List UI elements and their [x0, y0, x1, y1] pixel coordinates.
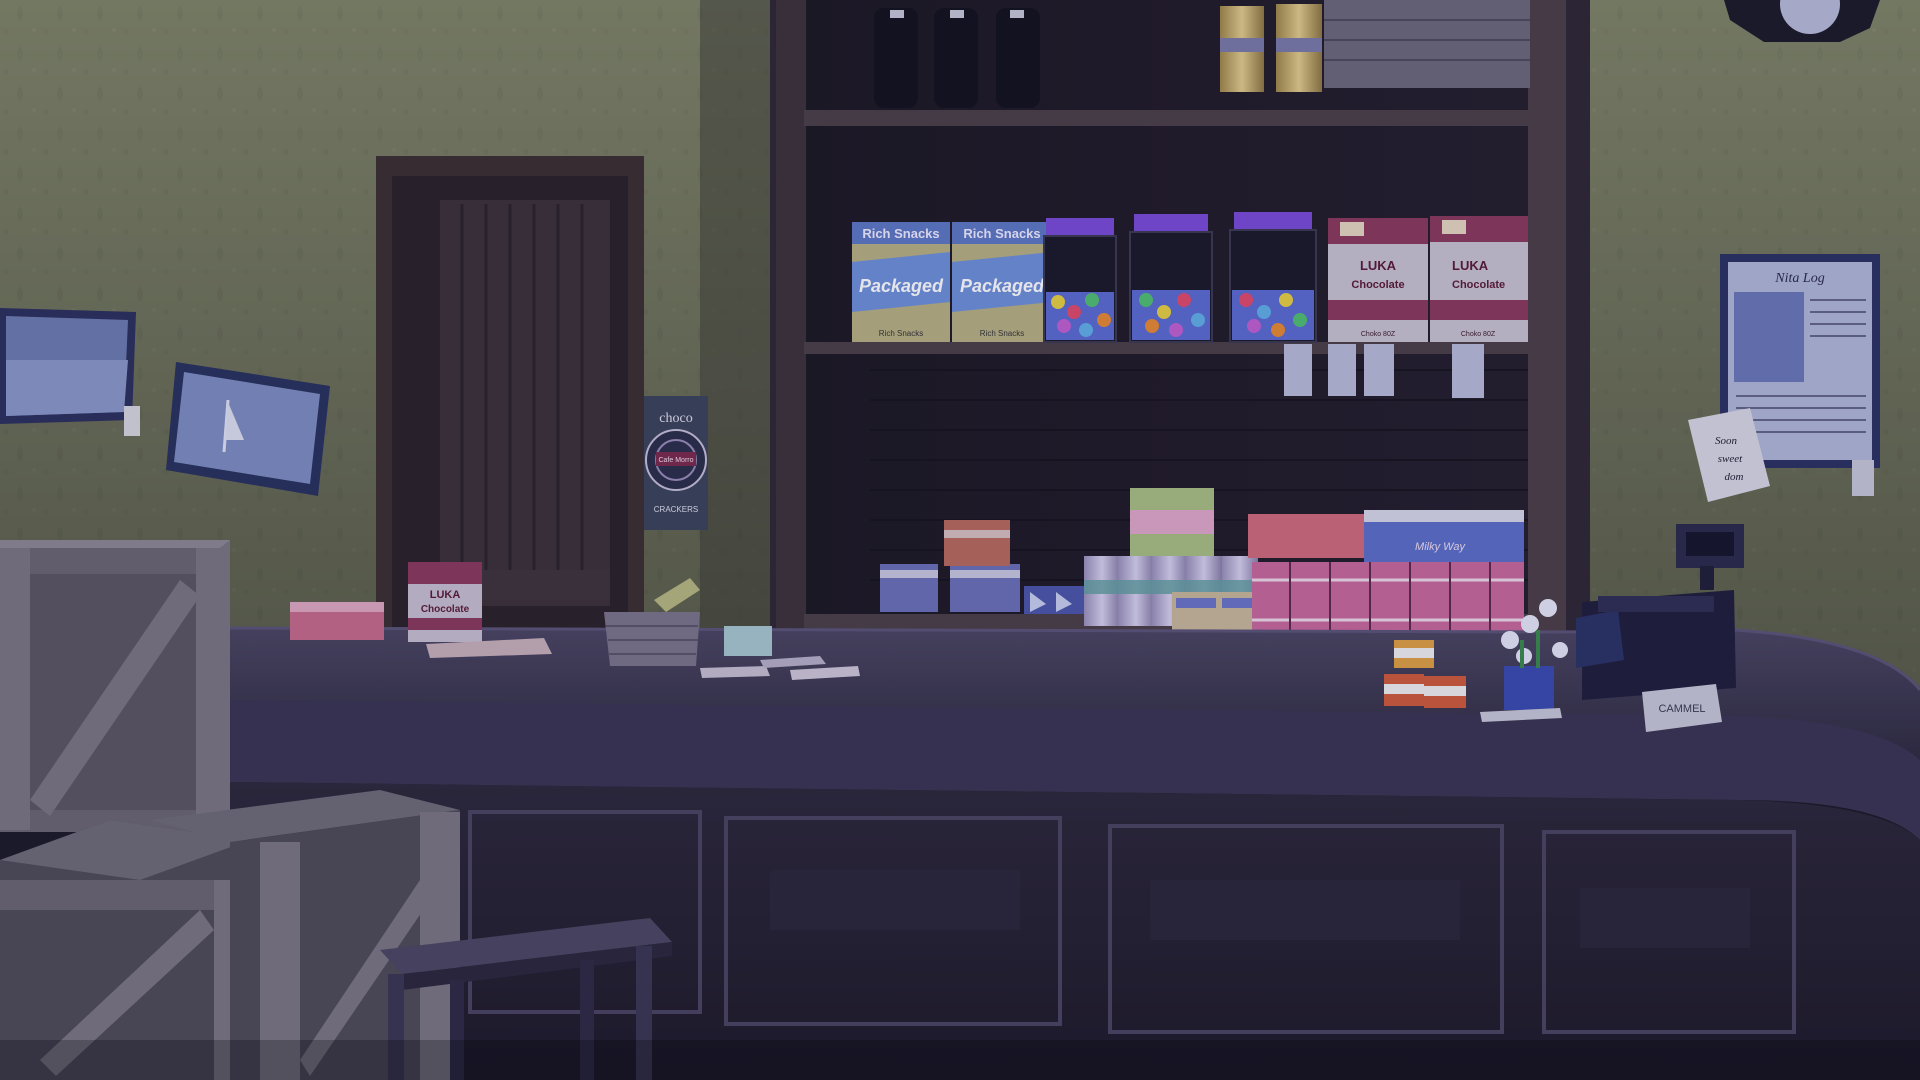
game-scene: choco Cafe Morro CRACKERS Rich Snacks Pa… [0, 0, 1920, 1080]
scene-canvas: choco Cafe Morro CRACKERS Rich Snacks Pa… [0, 0, 1920, 1080]
